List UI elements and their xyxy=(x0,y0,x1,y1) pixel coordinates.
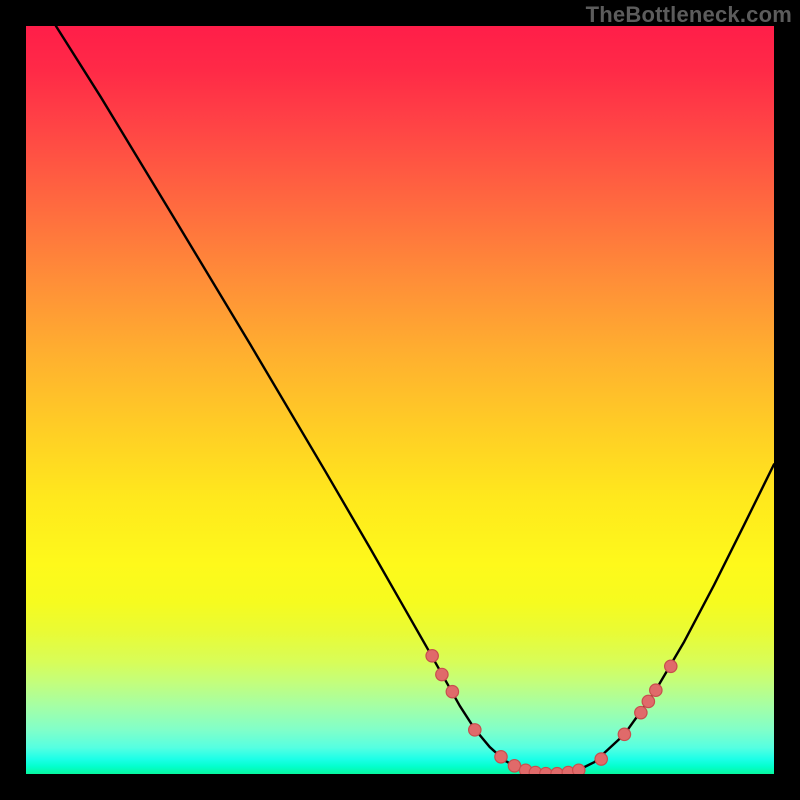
data-dot xyxy=(650,684,662,696)
data-dot xyxy=(446,686,458,698)
data-dot xyxy=(642,695,654,707)
data-dot xyxy=(495,751,507,763)
data-dot xyxy=(635,706,647,718)
data-dot xyxy=(665,660,677,672)
data-dot xyxy=(573,764,585,774)
data-dot xyxy=(436,668,448,680)
data-dot xyxy=(426,650,438,662)
data-dot xyxy=(595,753,607,765)
data-dot xyxy=(540,767,552,774)
watermark-text: TheBottleneck.com xyxy=(586,2,792,28)
data-dot xyxy=(618,728,630,740)
chart-frame xyxy=(26,26,774,774)
data-dot xyxy=(469,724,481,736)
data-dot xyxy=(551,768,563,775)
chart-svg xyxy=(26,26,774,774)
data-dot xyxy=(508,760,520,772)
